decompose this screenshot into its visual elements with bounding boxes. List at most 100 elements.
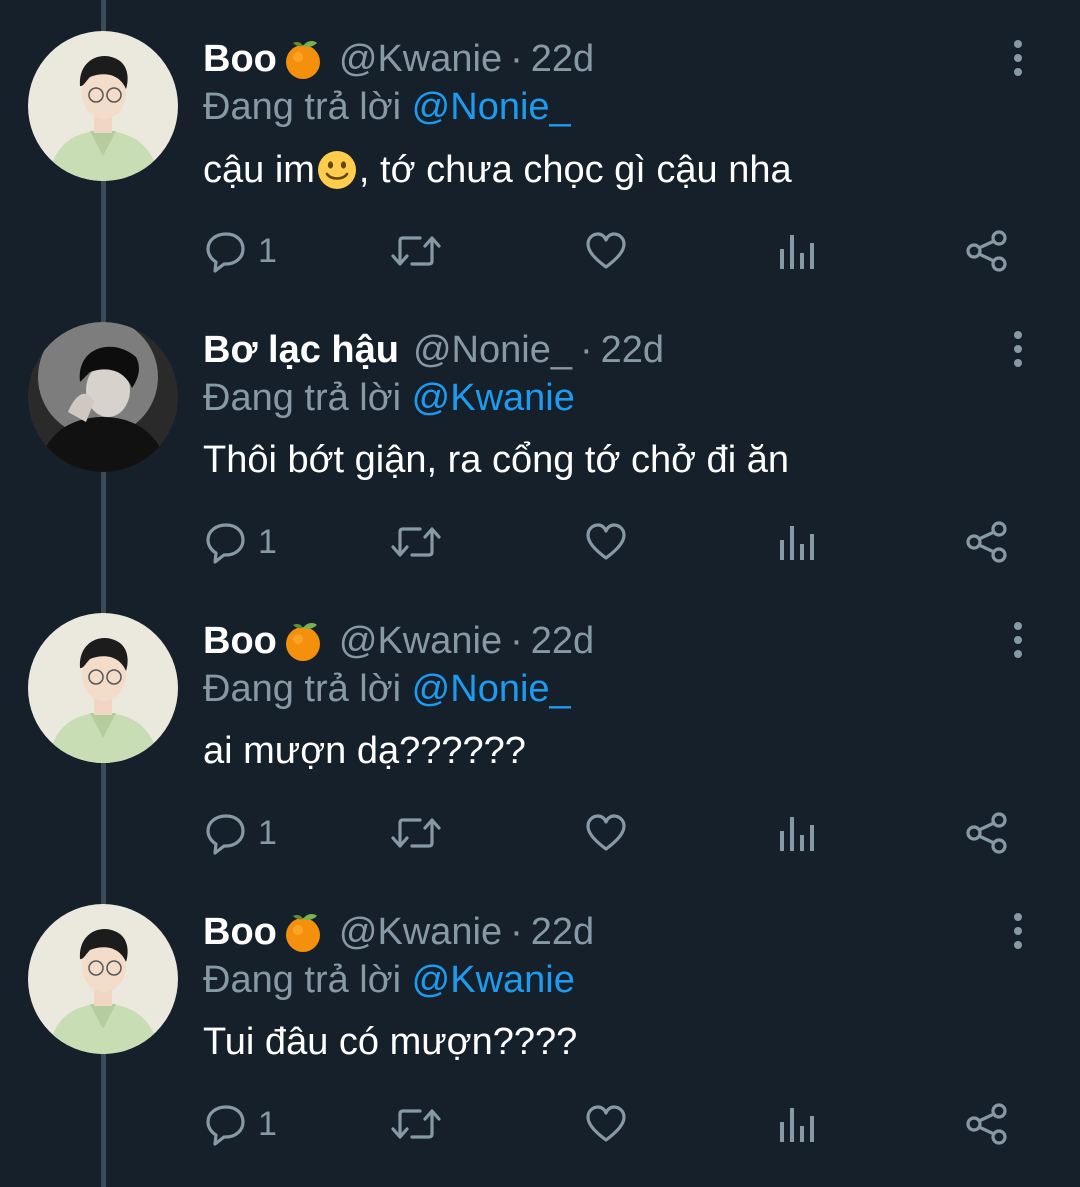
timestamp[interactable]: 22d <box>531 620 594 663</box>
user-handle[interactable]: @Kwanie <box>339 620 502 663</box>
share-icon <box>966 521 1007 563</box>
share-icon <box>966 230 1007 272</box>
replying-to-label: Đang trả lời <box>203 668 412 710</box>
display-name[interactable]: Boo <box>203 911 277 954</box>
reply-count: 1 <box>258 231 277 270</box>
user-handle[interactable]: @Nonie_ <box>413 329 572 372</box>
tweet-header: Boo @Kwanie · 22d <box>203 618 594 664</box>
separator-dot: · <box>510 619 523 662</box>
replying-to-label: Đang trả lời <box>203 86 412 128</box>
like-button[interactable] <box>584 226 628 276</box>
user-handle[interactable]: @Kwanie <box>339 911 502 954</box>
tweet-3[interactable]: Boo @Kwanie · 22d Đang trả lời @Nonie_ a… <box>0 582 1080 873</box>
share-icon <box>966 1103 1007 1145</box>
reply-count: 1 <box>258 522 277 561</box>
reply-button[interactable]: 1 <box>204 226 277 276</box>
reply-count: 1 <box>258 813 277 852</box>
retweet-icon <box>391 1109 441 1139</box>
analytics-icon <box>780 1108 814 1142</box>
tweet-actions: 1 <box>0 1099 1080 1149</box>
tweet-text: cậu im , tớ chưa chọc gì cậu nha <box>203 148 792 192</box>
replying-to-line: Đang trả lời @Nonie_ <box>203 668 571 711</box>
replying-to-mention[interactable]: @Kwanie <box>412 959 575 1001</box>
tweet-text-part-1: cậu im <box>203 148 315 191</box>
tweet-header: Boo @Kwanie · 22d <box>203 909 594 955</box>
display-name[interactable]: Boo <box>203 620 277 663</box>
reply-count: 1 <box>258 1104 277 1143</box>
retweet-button[interactable] <box>390 226 442 276</box>
tweet-header: Boo @Kwanie · 22d <box>203 36 594 82</box>
like-button[interactable] <box>584 517 628 567</box>
share-icon <box>966 812 1007 854</box>
avatar[interactable] <box>28 904 178 1054</box>
replying-to-line: Đang trả lời @Kwanie <box>203 959 575 1002</box>
tweet-text-part-1: ai mượn dạ?????? <box>203 730 526 772</box>
timestamp[interactable]: 22d <box>531 38 594 81</box>
retweet-icon <box>391 236 441 266</box>
retweet-button[interactable] <box>390 1099 442 1149</box>
share-button[interactable] <box>965 1099 1009 1149</box>
tweet-header: Bơ lạc hậu @Nonie_ · 22d <box>203 327 664 373</box>
like-icon <box>586 814 626 851</box>
tweet-text-part-2: , tớ chưa chọc gì cậu nha <box>358 148 792 191</box>
display-name[interactable]: Boo <box>203 38 277 81</box>
tweet-2[interactable]: Bơ lạc hậu @Nonie_ · 22d Đang trả lời @K… <box>0 291 1080 582</box>
retweet-button[interactable] <box>390 808 442 858</box>
tweet-actions: 1 <box>0 517 1080 567</box>
timestamp[interactable]: 22d <box>531 911 594 954</box>
like-button[interactable] <box>584 808 628 858</box>
tangerine-emoji-icon <box>285 914 320 952</box>
reply-button[interactable]: 1 <box>204 517 277 567</box>
tweet-text-part-1: Tui đâu có mượn???? <box>203 1021 578 1063</box>
like-button[interactable] <box>584 1099 628 1149</box>
separator-dot: · <box>510 910 523 953</box>
more-options-icon[interactable] <box>1006 38 1030 78</box>
more-options-icon[interactable] <box>1006 911 1030 951</box>
share-button[interactable] <box>965 808 1009 858</box>
tweet-1[interactable]: Boo @Kwanie · 22d Đang trả lời @Nonie_ c… <box>0 0 1080 291</box>
like-icon <box>586 1105 626 1142</box>
user-handle[interactable]: @Kwanie <box>339 38 502 81</box>
tweet-actions: 1 <box>0 808 1080 858</box>
reply-icon <box>206 523 245 564</box>
reply-button[interactable]: 1 <box>204 808 277 858</box>
share-button[interactable] <box>965 226 1009 276</box>
timestamp[interactable]: 22d <box>601 329 664 372</box>
reply-icon <box>206 232 245 273</box>
like-icon <box>586 232 626 269</box>
replying-to-mention[interactable]: @Kwanie <box>412 377 575 419</box>
display-name[interactable]: Bơ lạc hậu <box>203 329 399 372</box>
analytics-button[interactable] <box>776 808 816 858</box>
avatar[interactable] <box>28 31 178 181</box>
conversation-timeline: Boo @Kwanie · 22d Đang trả lời @Nonie_ c… <box>0 0 1080 1187</box>
tweet-text: ai mượn dạ?????? <box>203 730 526 773</box>
tweet-text-part-1: Thôi bớt giận, ra cổng tớ chở đi ăn <box>203 439 789 481</box>
replying-to-line: Đang trả lời @Nonie_ <box>203 86 571 129</box>
analytics-icon <box>780 235 814 269</box>
analytics-icon <box>780 526 814 560</box>
share-button[interactable] <box>965 517 1009 567</box>
tangerine-emoji-icon <box>285 623 320 661</box>
tweet-text: Tui đâu có mượn???? <box>203 1021 577 1064</box>
tweet-4[interactable]: Boo @Kwanie · 22d Đang trả lời @Kwanie T… <box>0 873 1080 1164</box>
retweet-button[interactable] <box>390 517 442 567</box>
separator-dot: · <box>510 37 523 80</box>
like-icon <box>586 523 626 560</box>
retweet-icon <box>391 818 441 848</box>
reply-icon <box>206 1105 245 1146</box>
tangerine-emoji-icon <box>285 41 320 79</box>
replying-to-mention[interactable]: @Nonie_ <box>412 668 571 710</box>
avatar[interactable] <box>28 613 178 763</box>
replying-to-mention[interactable]: @Nonie_ <box>412 86 571 128</box>
more-options-icon[interactable] <box>1006 329 1030 369</box>
analytics-button[interactable] <box>776 226 816 276</box>
reply-button[interactable]: 1 <box>204 1099 277 1149</box>
tweet-actions: 1 <box>0 226 1080 276</box>
reply-icon <box>206 814 245 855</box>
analytics-button[interactable] <box>776 517 816 567</box>
tweet-text: Thôi bớt giận, ra cổng tớ chở đi ăn <box>203 439 789 482</box>
analytics-button[interactable] <box>776 1099 816 1149</box>
more-options-icon[interactable] <box>1006 620 1030 660</box>
avatar[interactable] <box>28 322 178 472</box>
replying-to-label: Đang trả lời <box>203 377 412 419</box>
